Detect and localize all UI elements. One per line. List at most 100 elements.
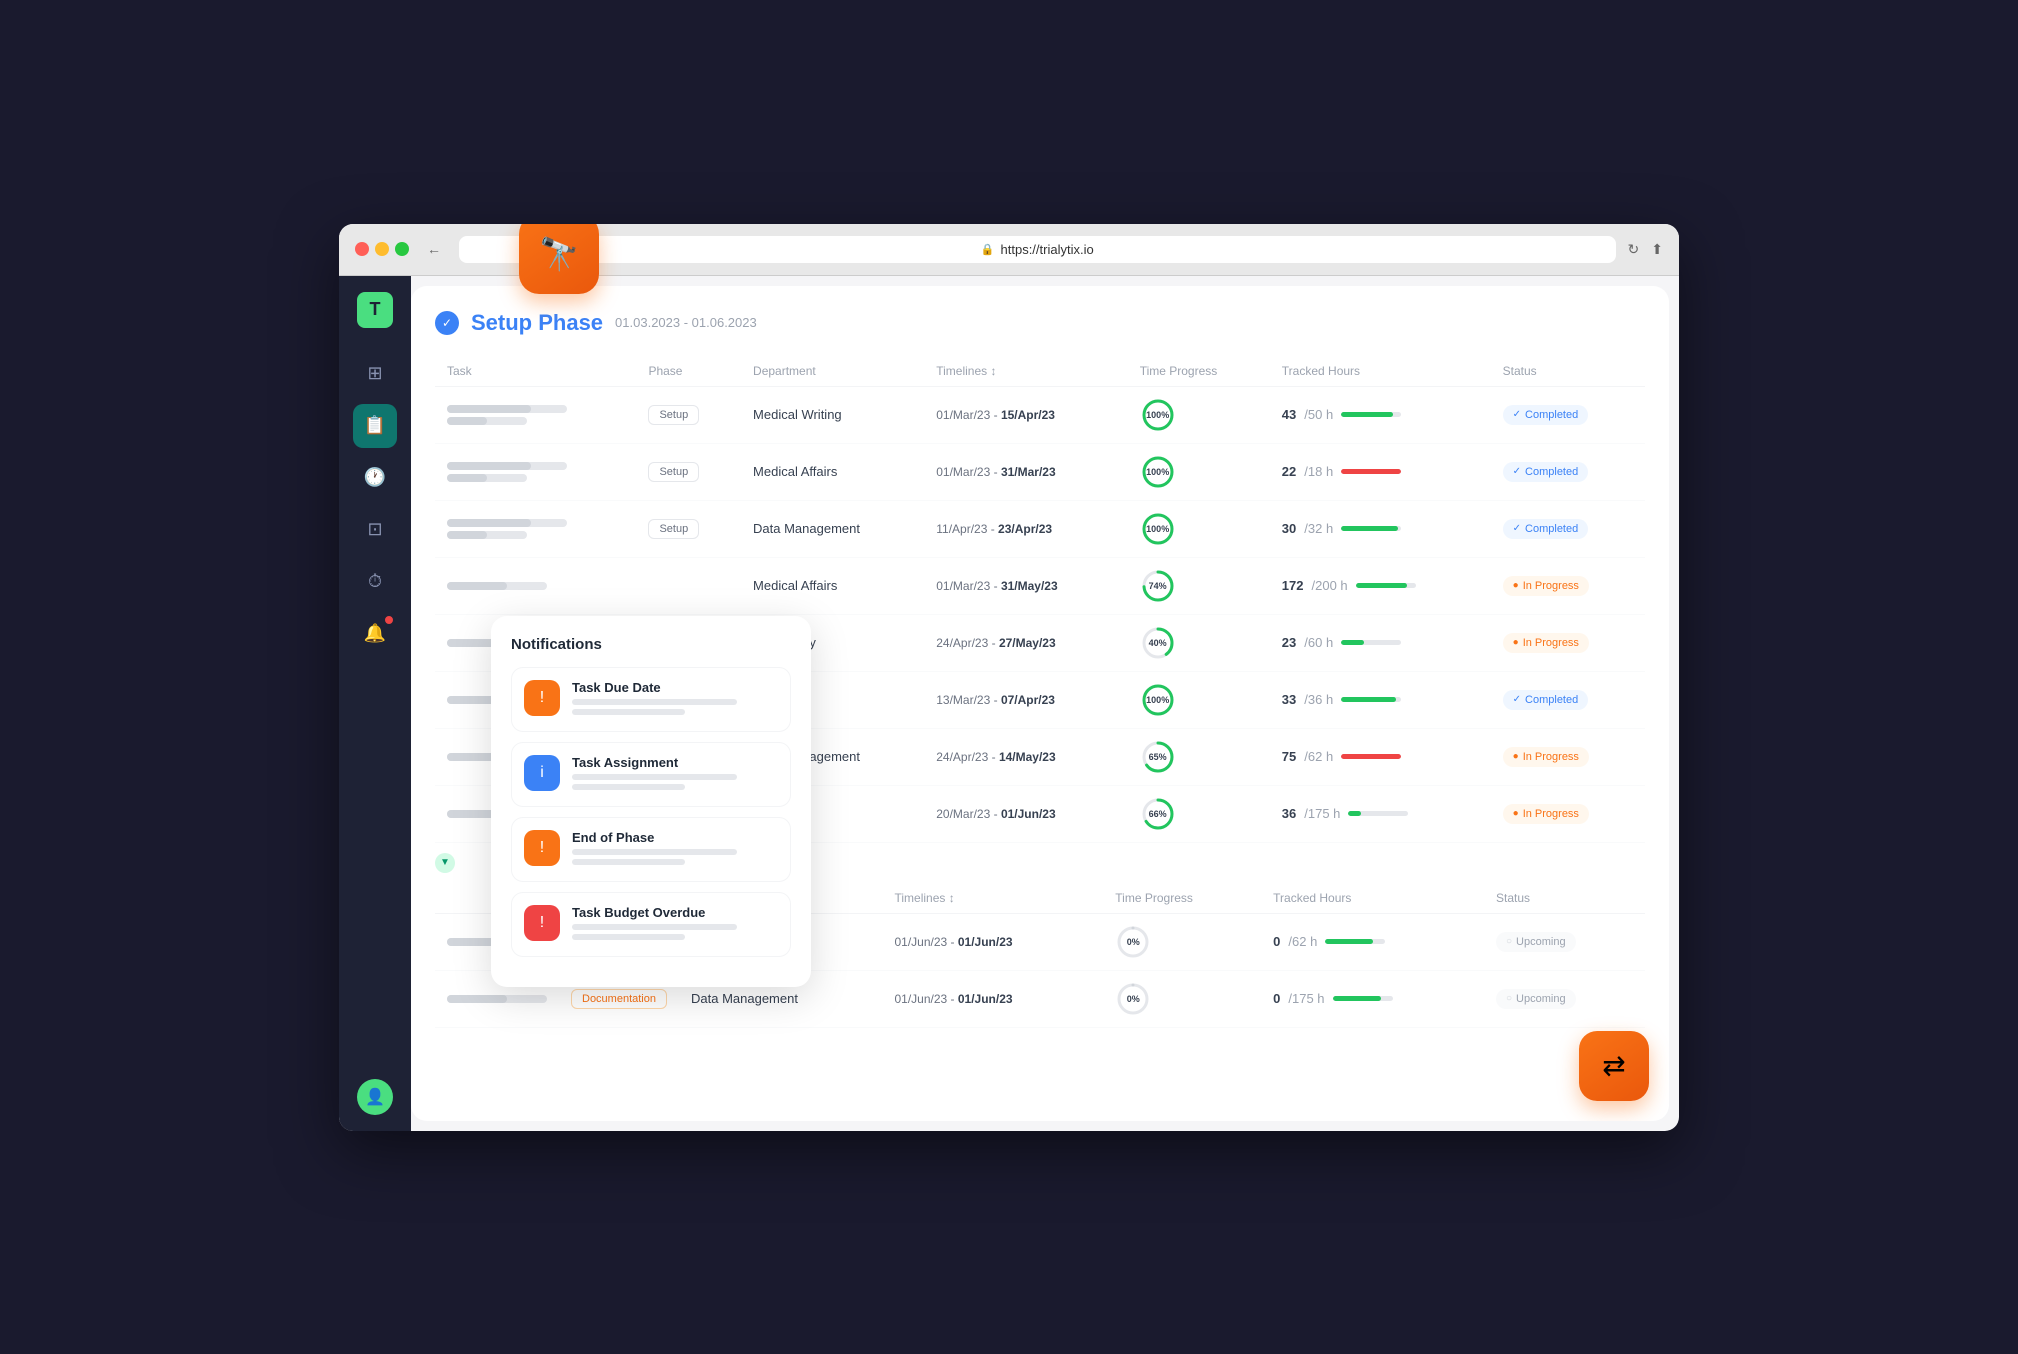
notif-item-task-assignment[interactable]: i Task Assignment: [511, 742, 791, 807]
grid-icon: ⊞: [367, 363, 382, 384]
progress-cell: 100%: [1128, 671, 1270, 728]
notif-item-end-of-phase[interactable]: ! End of Phase: [511, 817, 791, 882]
share-button[interactable]: ⬆: [1651, 241, 1663, 258]
progress-pct-label: 0%: [1127, 994, 1140, 1004]
status-badge: ● In Progress: [1503, 633, 1589, 653]
timeline-cell: 01/Mar/23 - 31/Mar/23: [924, 443, 1127, 500]
status-badge: ✓ Completed: [1503, 462, 1589, 482]
department-cell: Medical Affairs: [741, 443, 924, 500]
notif-bar1: [572, 699, 737, 705]
progress-cell: 100%: [1128, 386, 1270, 443]
tracked-hours-cell: 43 /50 h: [1270, 386, 1491, 443]
bell-icon: 🔔: [364, 623, 386, 644]
tracked-hours-cell: 0 /62 h: [1261, 913, 1484, 970]
col2-timelines[interactable]: Timelines ↕: [883, 883, 1104, 914]
notif-task-assignment-icon: i: [524, 755, 560, 791]
progress-circle: 100%: [1140, 454, 1176, 490]
col-timelines[interactable]: Timelines ↕: [924, 356, 1127, 387]
progress-pct-label: 74%: [1149, 581, 1167, 591]
minimize-button[interactable]: [375, 242, 389, 256]
sidebar-item-grid[interactable]: ⊞: [353, 352, 397, 396]
timeline-cell: 24/Apr/23 - 27/May/23: [924, 614, 1127, 671]
progress-cell: 65%: [1128, 728, 1270, 785]
notif-task-due-date-title: Task Due Date: [572, 680, 778, 695]
phase-badge: Setup: [648, 405, 699, 425]
progress-circle: 40%: [1140, 625, 1176, 661]
table-row: Setup Medical Writing 01/Mar/23 - 15/Apr…: [435, 386, 1645, 443]
tracked-hours-cell: 33 /36 h: [1270, 671, 1491, 728]
browser-window: 🔭 ← 🔒 https://trialytix.io ↻ ⬆ T ⊞ 📋 �: [339, 224, 1679, 1131]
progress-cell: 74%: [1128, 557, 1270, 614]
tracked-hours-cell: 30 /32 h: [1270, 500, 1491, 557]
sidebar-item-clock[interactable]: 🕐: [353, 456, 397, 500]
status-cell: ○ Upcoming: [1484, 970, 1645, 1027]
progress-circle: 100%: [1140, 682, 1176, 718]
tracked-hours-cell: 22 /18 h: [1270, 443, 1491, 500]
progress-cell: 0%: [1103, 913, 1261, 970]
status-badge: ✓ Completed: [1503, 405, 1589, 425]
col-department: Department: [741, 356, 924, 387]
status-cell: ● In Progress: [1491, 614, 1645, 671]
lock-icon: 🔒: [981, 243, 995, 256]
notif-item-task-budget-overdue[interactable]: ! Task Budget Overdue: [511, 892, 791, 957]
progress-pct-label: 100%: [1146, 410, 1169, 420]
notifications-panel: Notifications ! Task Due Date i Task Ass…: [491, 616, 811, 987]
progress-cell: 0%: [1103, 970, 1261, 1027]
sidebar-item-table[interactable]: ⊡: [353, 508, 397, 552]
phase-badge: Documentation: [571, 989, 667, 1009]
timeline-cell: 24/Apr/23 - 14/May/23: [924, 728, 1127, 785]
corner-action-button[interactable]: ⇄: [1579, 1031, 1649, 1101]
notif-bar6: [572, 859, 685, 865]
timeline-cell: 20/Mar/23 - 01/Jun/23: [924, 785, 1127, 842]
status-cell: ○ Upcoming: [1484, 913, 1645, 970]
avatar-icon: 👤: [365, 1087, 385, 1107]
progress-cell: 100%: [1128, 500, 1270, 557]
maximize-button[interactable]: [395, 242, 409, 256]
address-bar[interactable]: 🔒 https://trialytix.io: [459, 236, 1616, 263]
tracked-hours-cell: 0 /175 h: [1261, 970, 1484, 1027]
timeline-cell: 01/Jun/23 - 01/Jun/23: [883, 913, 1104, 970]
sidebar-item-book[interactable]: 📋: [353, 404, 397, 448]
notif-task-assignment-content: Task Assignment: [572, 755, 778, 794]
notif-bar4: [572, 784, 685, 790]
status-badge: ○ Upcoming: [1496, 932, 1576, 952]
phase-badge: Setup: [648, 519, 699, 539]
progress-pct-label: 100%: [1146, 524, 1169, 534]
progress-circle: 0%: [1115, 924, 1151, 960]
corner-action-icon: ⇄: [1602, 1049, 1625, 1082]
sidebar-item-timer[interactable]: ⏱: [353, 560, 397, 604]
reload-button[interactable]: ↻: [1628, 241, 1640, 258]
timeline-cell: 13/Mar/23 - 07/Apr/23: [924, 671, 1127, 728]
notif-bar2: [572, 709, 685, 715]
department-cell: Medical Writing: [741, 386, 924, 443]
department-cell: Medical Affairs: [741, 557, 924, 614]
col2-tracked-hours: Tracked Hours: [1261, 883, 1484, 914]
progress-circle: 0%: [1115, 981, 1151, 1017]
progress-circle: 100%: [1140, 511, 1176, 547]
col2-status: Status: [1484, 883, 1645, 914]
status-cell: ✓ Completed: [1491, 443, 1645, 500]
timeline-cell: 01/Mar/23 - 31/May/23: [924, 557, 1127, 614]
status-badge: ● In Progress: [1503, 804, 1589, 824]
notif-item-task-due-date[interactable]: ! Task Due Date: [511, 667, 791, 732]
table-row: Setup Data Management 11/Apr/23 - 23/Apr…: [435, 500, 1645, 557]
close-button[interactable]: [355, 242, 369, 256]
col-status: Status: [1491, 356, 1645, 387]
progress-circle: 100%: [1140, 397, 1176, 433]
sidebar-logo: T: [357, 292, 393, 328]
tracked-hours-cell: 75 /62 h: [1270, 728, 1491, 785]
progress-cell: 100%: [1128, 443, 1270, 500]
task-cell: [435, 443, 636, 500]
notif-end-of-phase-icon: !: [524, 830, 560, 866]
avatar[interactable]: 👤: [357, 1079, 393, 1115]
task-cell: [435, 557, 636, 614]
notif-task-assignment-title: Task Assignment: [572, 755, 778, 770]
sidebar-item-bell[interactable]: 🔔: [353, 612, 397, 656]
traffic-lights: [355, 242, 409, 256]
notif-task-budget-overdue-content: Task Budget Overdue: [572, 905, 778, 944]
chevron-down-icon[interactable]: ▼: [435, 853, 455, 873]
back-button[interactable]: ←: [421, 237, 447, 261]
app-icon: 🔭: [519, 224, 599, 294]
progress-cell: 40%: [1128, 614, 1270, 671]
progress-pct-label: 0%: [1127, 937, 1140, 947]
